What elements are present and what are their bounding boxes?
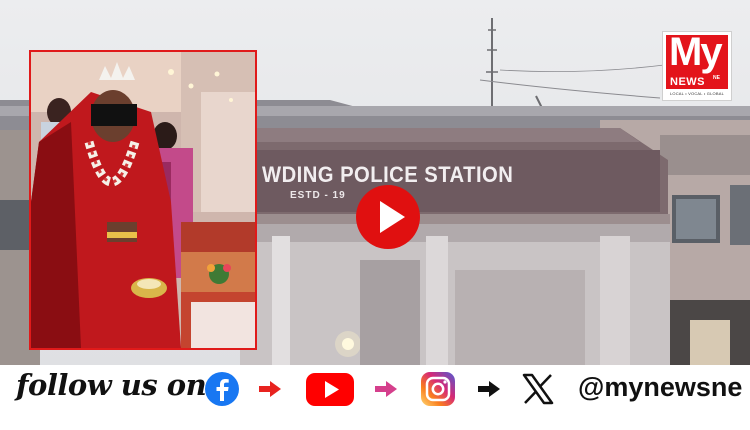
arrow-right-icon <box>478 381 500 397</box>
logo-ne-text: NE <box>713 75 720 81</box>
logo-news-text: NEWS <box>670 76 705 88</box>
arrow-right-icon <box>375 381 397 397</box>
news-thumbnail: WDING POLICE STATION ESTD - 19 My NEWS N… <box>0 0 750 430</box>
logo-tagline: LOCAL • VOCAL • GLOBAL <box>669 91 725 96</box>
bride-photo <box>31 52 255 348</box>
follow-us-text: follow us on <box>16 368 207 402</box>
social-handle[interactable]: @mynewsne <box>578 372 742 403</box>
play-button[interactable] <box>355 184 421 250</box>
youtube-icon[interactable] <box>305 371 355 407</box>
instagram-icon[interactable] <box>420 371 456 407</box>
police-station-established: ESTD - 19 <box>290 190 346 201</box>
mynews-logo: My NEWS NE LOCAL • VOCAL • GLOBAL <box>662 30 732 101</box>
arrow-right-icon <box>259 381 281 397</box>
facebook-icon[interactable] <box>204 371 240 407</box>
inset-photo-frame <box>29 50 257 350</box>
x-icon[interactable] <box>520 371 556 407</box>
logo-my-text: My <box>669 30 723 74</box>
